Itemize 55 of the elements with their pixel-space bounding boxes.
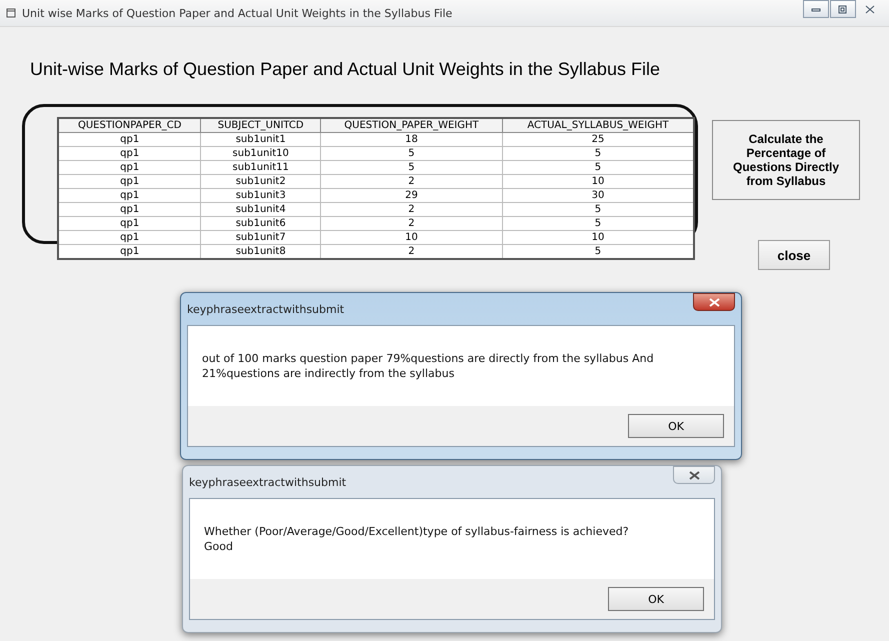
table-cell: 2	[320, 202, 502, 216]
maximize-icon	[838, 4, 848, 14]
table-cell: 10	[320, 230, 502, 244]
table-cell: 5	[320, 160, 502, 174]
table-cell: sub1unit4	[200, 202, 320, 216]
table-cell: 5	[320, 146, 502, 160]
table-cell: qp1	[58, 146, 201, 160]
close-button[interactable]: close	[758, 240, 830, 270]
heading: Unit-wise Marks of Question Paper and Actual Unit Weights in the Syllabus File	[30, 59, 661, 80]
table-cell: 10	[502, 230, 694, 244]
table-cell: 5	[502, 160, 694, 174]
column-header[interactable]: QUESTIONPAPER_CD	[58, 118, 201, 132]
close-button[interactable]	[673, 466, 715, 484]
table-cell: sub1unit3	[200, 188, 320, 202]
message-text: Whether (Poor/Average/Good/Excellent)type of syllabus-fairness is achieved? Good	[204, 524, 629, 554]
table-cell: 2	[320, 174, 502, 188]
close-button[interactable]	[693, 293, 735, 311]
table-cell: 5	[502, 202, 694, 216]
ok-button[interactable]: OK	[628, 414, 724, 438]
table-cell: 5	[502, 216, 694, 230]
close-icon	[708, 298, 720, 306]
table-cell: 25	[502, 132, 694, 146]
minimize-button[interactable]	[803, 0, 829, 18]
message-text: out of 100 marks question paper 79%questions are directly from the syllabus And 21%questions are indirectly from the syllabus	[202, 351, 654, 381]
window-title: Unit wise Marks of Question Paper and Actual Unit Weights in the Syllabus File	[22, 6, 452, 20]
table-cell: qp1	[58, 174, 201, 188]
table-cell: qp1	[58, 160, 201, 174]
table-cell: sub1unit2	[200, 174, 320, 188]
maximize-button[interactable]	[830, 0, 856, 18]
table-cell: 29	[320, 188, 502, 202]
column-header[interactable]: SUBJECT_UNITCD	[200, 118, 320, 132]
dialog-title: keyphraseextractwithsubmit	[189, 476, 346, 488]
table-cell: qp1	[58, 216, 201, 230]
column-header[interactable]: ACTUAL_SYLLABUS_WEIGHT	[502, 118, 694, 132]
table-cell: sub1unit10	[200, 146, 320, 160]
close-icon	[865, 4, 875, 14]
table-cell: qp1	[58, 230, 201, 244]
table-cell: sub1unit6	[200, 216, 320, 230]
dialog-title: keyphraseextractwithsubmit	[187, 302, 344, 316]
table-cell: sub1unit7	[200, 230, 320, 244]
column-header[interactable]: QUESTION_PAPER_WEIGHT	[320, 118, 502, 132]
table-cell: qp1	[58, 188, 201, 202]
app-icon	[6, 8, 16, 18]
table-cell: sub1unit11	[200, 160, 320, 174]
table-cell: qp1	[58, 202, 201, 216]
table-cell: 30	[502, 188, 694, 202]
table-cell: sub1unit1	[200, 132, 320, 146]
table-cell: 2	[320, 216, 502, 230]
close-icon	[688, 470, 700, 480]
table-cell: qp1	[58, 132, 201, 146]
table-cell: 10	[502, 174, 694, 188]
table-cell: 18	[320, 132, 502, 146]
calculate-button[interactable]: Calculate the Percentage of Questions Directly from Syllabus	[712, 120, 860, 200]
table-cell: 5	[502, 146, 694, 160]
ok-button[interactable]: OK	[608, 587, 704, 611]
